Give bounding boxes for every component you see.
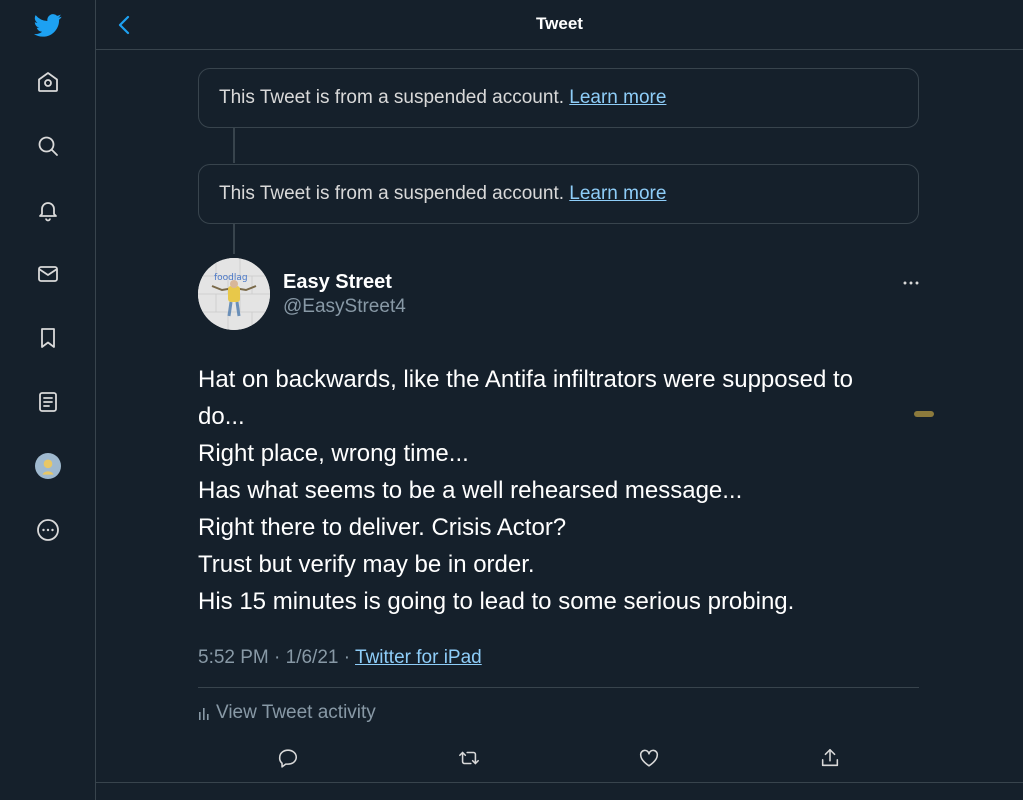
like-icon <box>639 749 659 767</box>
tweet-source-link[interactable]: Twitter for iPad <box>355 647 482 668</box>
page-title: Tweet <box>536 14 583 33</box>
profile-avatar[interactable] <box>24 442 72 490</box>
page-header: Tweet <box>96 0 1023 50</box>
home-icon[interactable] <box>24 58 72 106</box>
share-icon <box>821 748 839 767</box>
mail-icon[interactable] <box>24 250 72 298</box>
tweet-line: Trust but verify may be in order. <box>198 551 535 578</box>
learn-more-link[interactable]: Learn more <box>569 87 666 109</box>
thread-line <box>233 128 235 163</box>
retweet-button[interactable] <box>454 743 484 773</box>
sidebar-nav <box>0 0 96 800</box>
bookmark-icon[interactable] <box>24 314 72 362</box>
suspended-tweet-notice: This Tweet is from a suspended account. … <box>198 164 919 224</box>
list-icon[interactable] <box>24 378 72 426</box>
divider <box>96 782 1023 783</box>
view-activity-button[interactable]: View Tweet activity <box>198 702 376 724</box>
share-button[interactable] <box>815 743 845 773</box>
svg-text:foodlag: foodlag <box>214 273 248 283</box>
tweet-line: Has what seems to be a well rehearsed me… <box>198 477 743 504</box>
author-display-name[interactable]: Easy Street <box>283 271 392 294</box>
more-icon[interactable] <box>24 506 72 554</box>
tweet-meta: 5:52 PM · 1/6/21 · Twitter for iPad <box>198 647 482 669</box>
tweet-timestamp: 5:52 PM · 1/6/21 · <box>198 647 356 668</box>
learn-more-link[interactable]: Learn more <box>569 183 666 205</box>
retweet-icon <box>459 751 479 765</box>
thread-line <box>233 224 235 254</box>
bell-icon[interactable] <box>24 186 72 234</box>
reply-icon <box>278 749 298 768</box>
more-horizontal-icon <box>903 281 919 285</box>
like-button[interactable] <box>634 743 664 773</box>
stray-mark <box>914 411 934 417</box>
tweet-options-button[interactable] <box>896 270 926 296</box>
tweet-line: Right place, wrong time... <box>198 440 469 467</box>
search-icon[interactable] <box>24 122 72 170</box>
tweet-line: Hat on backwards, like the Antifa infilt… <box>198 366 854 393</box>
author-avatar[interactable]: foodlag <box>198 258 270 330</box>
tweet-line: His 15 minutes is going to lead to some … <box>198 588 795 615</box>
tweet-text: Hat on backwards, like the Antifa infilt… <box>198 361 928 620</box>
analytics-icon <box>199 708 209 720</box>
suspended-notice-text: This Tweet is from a suspended account. <box>219 183 570 204</box>
tweet-line: do... <box>198 403 245 430</box>
divider <box>198 687 919 688</box>
reply-button[interactable] <box>273 743 303 773</box>
suspended-notice-text: This Tweet is from a suspended account. <box>219 87 570 108</box>
tweet-line: Right there to deliver. Crisis Actor? <box>198 514 567 541</box>
view-activity-label: View Tweet activity <box>216 702 376 723</box>
twitter-bird-icon[interactable] <box>24 1 72 49</box>
suspended-tweet-notice: This Tweet is from a suspended account. … <box>198 68 919 128</box>
author-handle[interactable]: @EasyStreet4 <box>283 296 406 318</box>
